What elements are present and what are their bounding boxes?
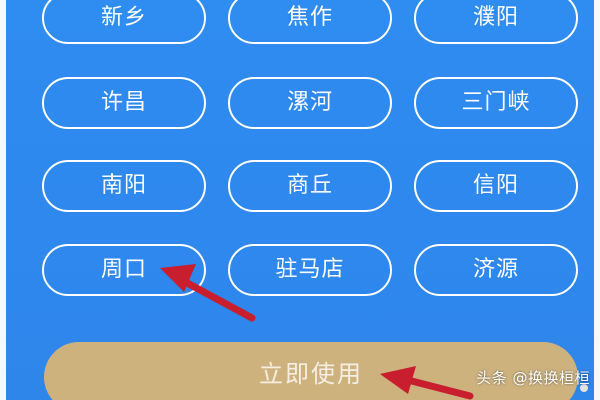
city-button-nanyang[interactable]: 南阳	[42, 160, 206, 212]
city-button-luohe[interactable]: 漯河	[228, 77, 392, 129]
city-button-xinxiang[interactable]: 新乡	[42, 0, 206, 44]
city-button-xuchang[interactable]: 许昌	[42, 77, 206, 129]
city-button-shangqiu[interactable]: 商丘	[228, 160, 392, 212]
city-grid: 新乡 焦作 濮阳 许昌 漯河 三门峡 南阳 商丘 信阳 周口 驻马店 济源	[42, 0, 580, 300]
right-edge	[594, 0, 600, 400]
city-button-zhumadian[interactable]: 驻马店	[228, 244, 392, 296]
city-button-zhoukou[interactable]: 周口	[42, 244, 206, 296]
city-select-screen: 新乡 焦作 濮阳 许昌 漯河 三门峡 南阳 商丘 信阳 周口 驻马店 济源 立即…	[0, 0, 600, 400]
watermark-text: 头条 @换换桓桓	[476, 369, 590, 387]
city-button-puyang[interactable]: 濮阳	[414, 0, 578, 44]
city-button-jiyuan[interactable]: 济源	[414, 244, 578, 296]
city-button-xinyang[interactable]: 信阳	[414, 160, 578, 212]
city-button-sanmenxia[interactable]: 三门峡	[414, 77, 578, 129]
city-button-jiaozuo[interactable]: 焦作	[228, 0, 392, 44]
left-edge	[0, 0, 6, 400]
